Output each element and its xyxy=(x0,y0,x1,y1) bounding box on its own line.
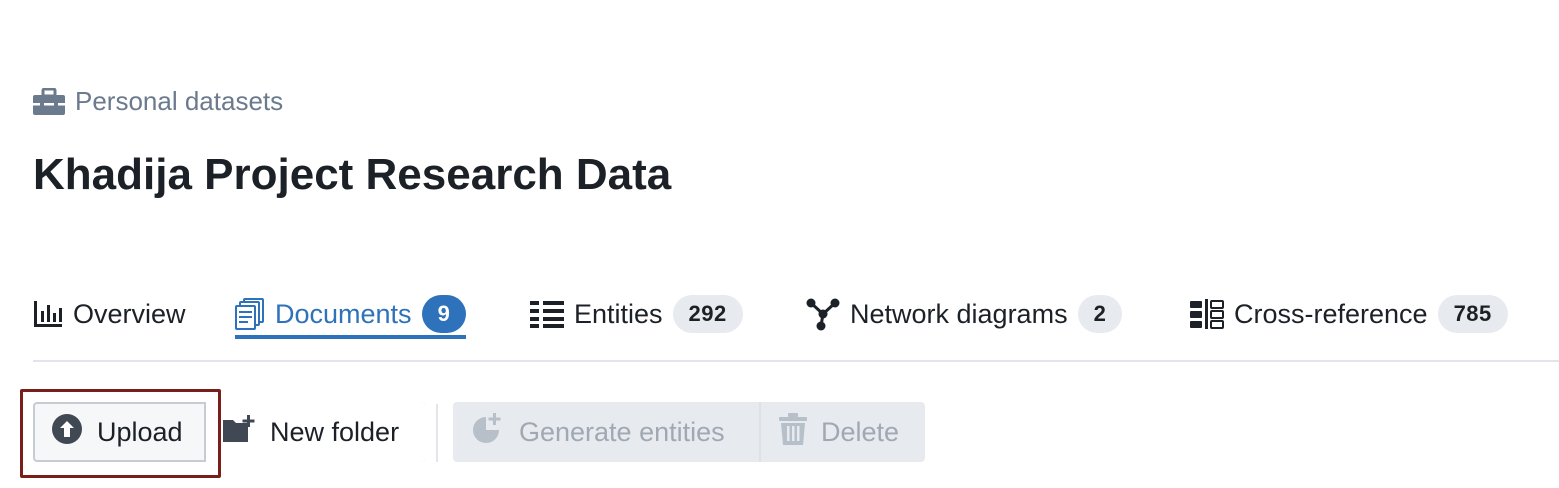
count-badge: 292 xyxy=(672,295,743,333)
generate-entities-label: Generate entities xyxy=(519,416,725,447)
tab-label: Network diagrams xyxy=(850,298,1068,329)
count-badge: 9 xyxy=(421,295,467,333)
pie-plus-icon xyxy=(471,412,505,453)
upload-arrow-icon xyxy=(51,413,83,452)
tab-entities[interactable]: Entities 292 xyxy=(530,288,743,340)
tab-bar: Overview Documents 9 Entities 292 Networ… xyxy=(33,288,1559,362)
tab-label: Documents xyxy=(275,298,412,329)
tab-label: Cross-reference xyxy=(1234,298,1428,329)
new-folder-label: New folder xyxy=(270,416,400,447)
tab-documents[interactable]: Documents 9 xyxy=(235,288,467,340)
briefcase-icon xyxy=(33,87,65,116)
upload-label: Upload xyxy=(97,416,183,447)
documents-icon xyxy=(235,298,265,330)
folder-plus-icon xyxy=(222,414,256,451)
breadcrumb-label: Personal datasets xyxy=(75,86,284,116)
upload-button[interactable]: Upload xyxy=(33,402,206,462)
page-title: Khadija Project Research Data xyxy=(33,150,672,199)
delete-label: Delete xyxy=(821,416,900,447)
tab-cross-reference[interactable]: Cross-reference 785 xyxy=(1190,288,1508,340)
tab-label: Entities xyxy=(574,298,663,329)
breadcrumb[interactable]: Personal datasets xyxy=(33,86,283,117)
generate-entities-button[interactable]: Generate entities xyxy=(453,402,759,462)
graph-icon xyxy=(806,297,840,331)
tab-overview[interactable]: Overview xyxy=(33,288,186,340)
comparison-icon xyxy=(1190,299,1224,329)
list-columns-icon xyxy=(530,300,564,328)
count-badge: 785 xyxy=(1437,295,1508,333)
bar-chart-icon xyxy=(33,299,63,329)
new-folder-button[interactable]: New folder xyxy=(206,402,425,462)
tab-network-diagrams[interactable]: Network diagrams 2 xyxy=(806,288,1123,340)
count-badge: 2 xyxy=(1077,295,1123,333)
tab-label: Overview xyxy=(73,298,186,329)
toolbar-divider xyxy=(436,404,438,462)
delete-button[interactable]: Delete xyxy=(759,402,925,462)
trash-icon xyxy=(779,412,807,452)
